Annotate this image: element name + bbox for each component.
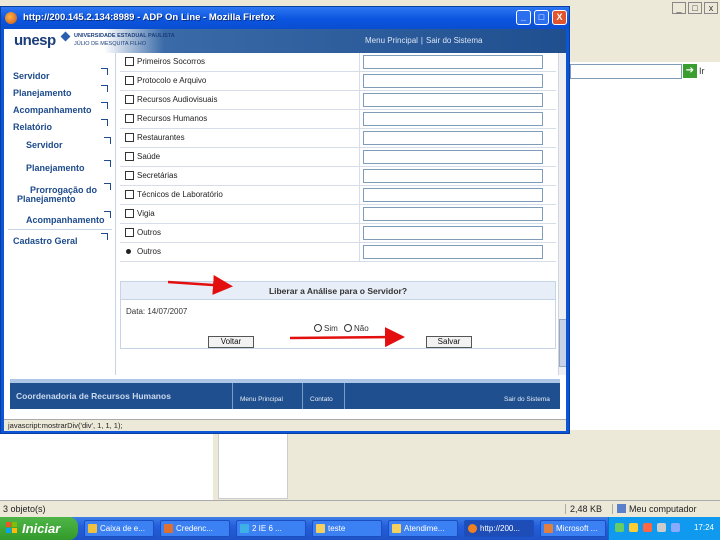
- red-arrow-title: [167, 275, 233, 295]
- annotation-arrows: [167, 275, 405, 348]
- red-arrow-buttons: [289, 327, 405, 348]
